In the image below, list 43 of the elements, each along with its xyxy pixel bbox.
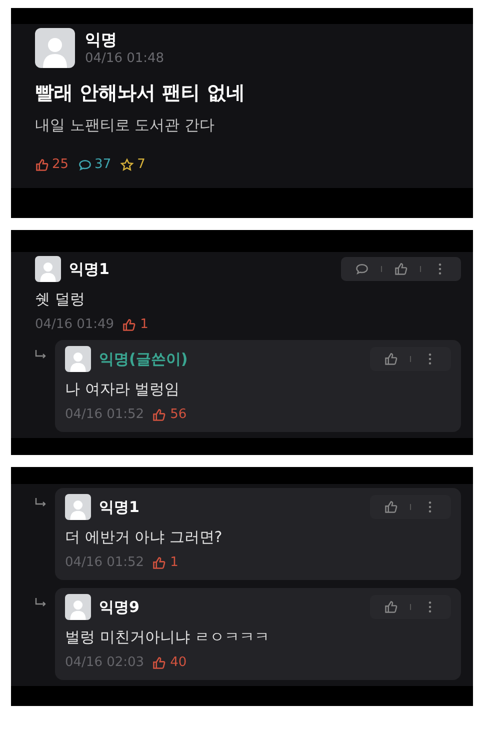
thumbs-up-icon [152,656,166,670]
reply-arrow-icon [35,498,47,508]
avatar-icon [65,494,91,520]
comment-text: 더 에반거 아냐 그러면? [65,528,224,547]
comment-text: 나 여자라 벌렁임 [65,380,181,399]
thumbs-up-icon [35,158,49,172]
avatar-icon [65,594,91,620]
thumbs-up-icon[interactable] [394,262,408,276]
avatar-icon [35,256,61,282]
comment-text: 벌렁 미친거아니냐 ㄹㅇㅋㅋㅋ [65,628,271,647]
scrap-count: 7 [137,157,146,172]
post-body: 내일 노팬티로 도서관 간다 [35,116,216,135]
author-name: 익명1 [69,260,110,278]
post-time: 04/16 01:48 [85,51,164,66]
like-count: 1 [140,317,148,332]
comment-time: 04/16 01:52 [65,555,144,570]
comment-time: 04/16 01:52 [65,407,144,422]
like-count: 56 [170,407,187,422]
author-name: 익명(글쓴이) [99,350,189,368]
comment-count: 37 [94,157,112,172]
comment-icon [78,158,92,172]
comment-time: 04/16 02:03 [65,655,144,670]
thumbs-up-icon[interactable] [384,352,398,366]
reply-arrow-icon [35,350,47,360]
avatar-icon [35,28,75,68]
author-name: 익명1 [99,498,140,516]
thumbs-up-icon [152,408,166,422]
author-name: 익명 [85,30,118,51]
thumbs-up-icon[interactable] [384,600,398,614]
like-count: 25 [52,157,69,172]
like-count: 40 [170,655,187,670]
author-name: 익명9 [99,598,140,616]
reply-arrow-icon [35,598,47,608]
avatar-icon [65,346,91,372]
thumbs-up-icon [122,318,136,332]
star-icon [120,158,134,172]
like-count: 1 [170,555,178,570]
thumbs-up-icon [152,556,166,570]
comment-icon[interactable] [355,262,369,276]
comment-text: 쉣 덜렁 [35,290,86,309]
comment-time: 04/16 01:49 [35,317,114,332]
post-title: 빨래 안해놔서 팬티 없네 [35,81,246,106]
thumbs-up-icon[interactable] [384,500,398,514]
